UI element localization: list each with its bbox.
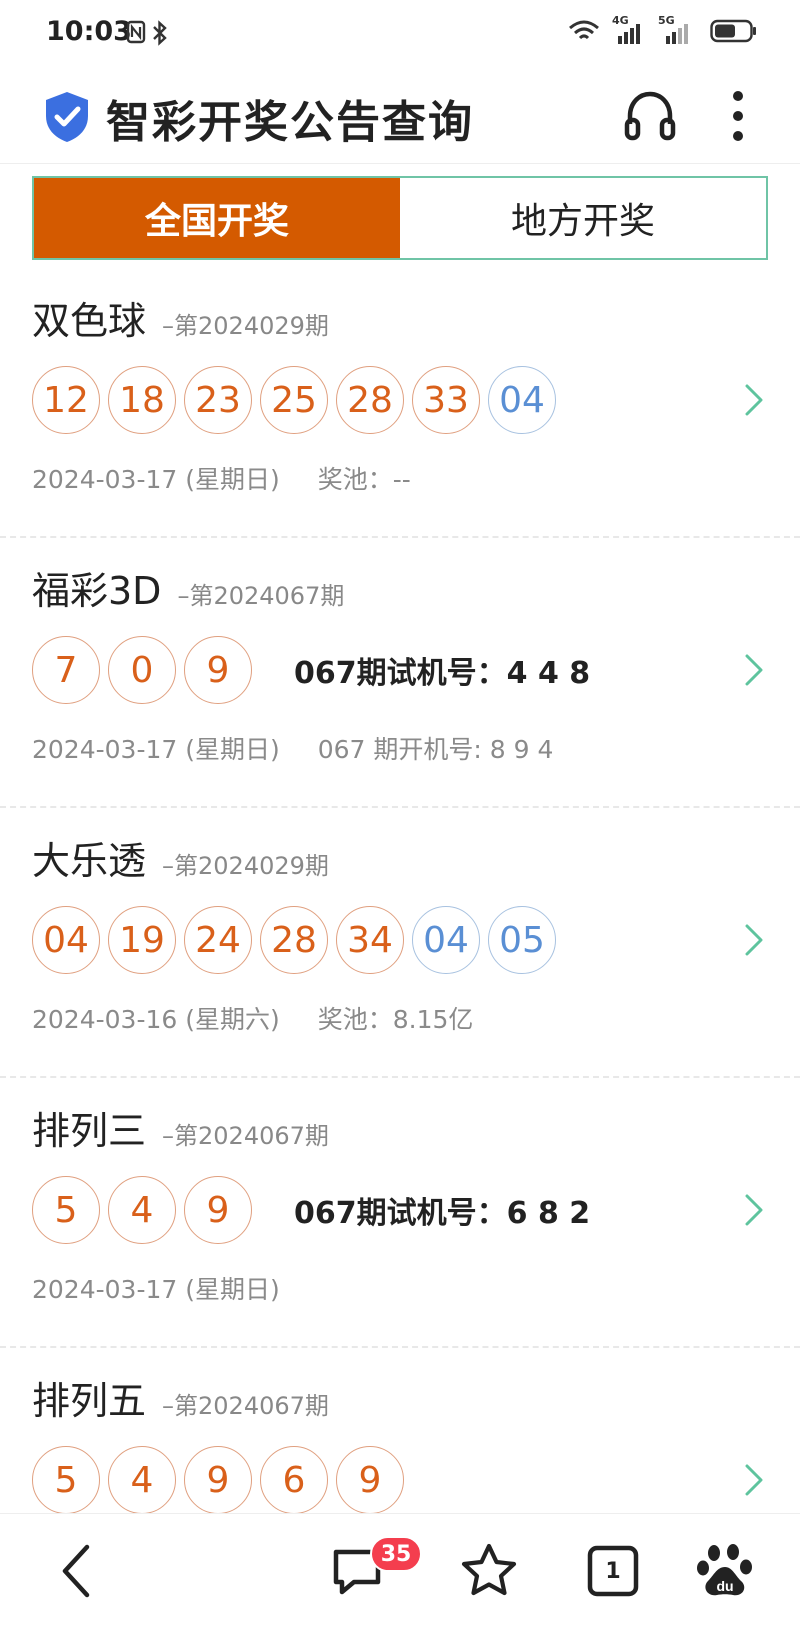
number-balls: 12 18 23 25 28 33 04 xyxy=(32,366,556,434)
red-ball: 33 xyxy=(412,366,480,434)
number-balls: 7 0 9 067期试机号：4 4 8 xyxy=(32,636,590,704)
red-ball: 4 xyxy=(108,1176,176,1244)
red-ball: 9 xyxy=(184,1176,252,1244)
chevron-right-icon[interactable] xyxy=(742,652,766,688)
draw-date: 2024-03-17 (星期日) xyxy=(32,465,280,494)
lottery-item[interactable]: 排列三 –第2024067期 5 4 9 067期试机号：6 8 2 2024-03-17 … xyxy=(0,1078,800,1348)
red-ball: 5 xyxy=(32,1176,100,1244)
blue-ball: 04 xyxy=(412,906,480,974)
lottery-name: 大乐透 xyxy=(32,839,147,883)
svg-text:du: du xyxy=(716,1578,733,1594)
number-balls: 04 19 24 28 34 04 05 xyxy=(32,906,556,974)
lottery-item[interactable]: 大乐透 –第2024029期 04 19 24 28 34 04 05 2024-03-16 (星… xyxy=(0,808,800,1078)
red-ball: 19 xyxy=(108,906,176,974)
red-ball: 7 xyxy=(32,636,100,704)
lottery-name: 福彩3D xyxy=(32,569,162,613)
lottery-list: 双色球 –第2024029期 12 18 23 25 28 33 04 2024-03-17 (星… xyxy=(0,268,800,1618)
draw-meta: 2024-03-17 (星期日) xyxy=(32,1270,280,1306)
lottery-issue: –第2024029期 xyxy=(162,312,329,340)
draw-extra: 奖池：8.15亿 xyxy=(317,1005,474,1034)
red-ball: 6 xyxy=(260,1446,328,1514)
lottery-name: 排列五 xyxy=(32,1379,147,1423)
red-ball: 9 xyxy=(184,1446,252,1514)
chevron-right-icon[interactable] xyxy=(742,1462,766,1498)
draw-scope-tabs: 全国开奖 地方开奖 xyxy=(32,176,768,260)
draw-extra: 067 期开机号: 8 9 4 xyxy=(317,735,554,764)
red-ball: 28 xyxy=(336,366,404,434)
tabs-button[interactable]: 1 xyxy=(578,1536,648,1606)
red-ball: 4 xyxy=(108,1446,176,1514)
draw-meta: 2024-03-17 (星期日) 067 期开机号: 8 9 4 xyxy=(32,730,553,766)
draw-date: 2024-03-17 (星期日) xyxy=(32,735,280,764)
red-ball: 0 xyxy=(108,636,176,704)
red-ball: 12 xyxy=(32,366,100,434)
tab-count: 1 xyxy=(605,1558,621,1584)
lottery-issue: –第2024029期 xyxy=(162,852,329,880)
red-ball: 9 xyxy=(336,1446,404,1514)
more-vertical-icon[interactable] xyxy=(722,86,754,146)
red-ball: 28 xyxy=(260,906,328,974)
signal-5g-icon: 5G xyxy=(658,14,698,44)
draw-date: 2024-03-17 (星期日) xyxy=(32,1275,280,1304)
red-ball: 5 xyxy=(32,1446,100,1514)
lottery-name: 双色球 xyxy=(32,299,147,343)
draw-extra: 奖池：-- xyxy=(317,465,411,494)
wifi-icon xyxy=(569,20,599,40)
number-balls: 54969 xyxy=(32,1446,404,1514)
baidu-paw-icon: du xyxy=(697,1544,752,1596)
red-ball: 04 xyxy=(32,906,100,974)
lottery-issue: –第2024067期 xyxy=(162,1392,329,1420)
lottery-item[interactable]: 双色球 –第2024029期 12 18 23 25 28 33 04 2024-03-17 (星… xyxy=(0,268,800,538)
battery-icon xyxy=(710,19,756,43)
nfc-icon xyxy=(126,20,146,44)
lottery-issue: –第2024067期 xyxy=(177,582,345,610)
blue-ball: 04 xyxy=(488,366,556,434)
red-ball: 34 xyxy=(336,906,404,974)
tab-national[interactable]: 全国开奖 xyxy=(34,178,400,258)
chevron-right-icon[interactable] xyxy=(742,1192,766,1228)
lottery-issue: –第2024067期 xyxy=(162,1122,329,1150)
favorites-button[interactable] xyxy=(454,1536,524,1606)
red-ball: 24 xyxy=(184,906,252,974)
lottery-name: 排列三 xyxy=(32,1109,147,1153)
blue-ball: 05 xyxy=(488,906,556,974)
red-ball: 25 xyxy=(260,366,328,434)
back-button[interactable] xyxy=(40,1536,110,1606)
bottom-nav: 35 1 du xyxy=(0,1513,800,1633)
headset-icon[interactable] xyxy=(622,88,678,144)
red-ball: 9 xyxy=(184,636,252,704)
chevron-right-icon[interactable] xyxy=(742,922,766,958)
draw-meta: 2024-03-16 (星期六) 奖池：8.15亿 xyxy=(32,1000,473,1036)
chevron-right-icon[interactable] xyxy=(742,382,766,418)
draw-meta: 2024-03-17 (星期日) 奖池：-- xyxy=(32,460,411,496)
tab-local[interactable]: 地方开奖 xyxy=(400,178,766,258)
shield-check-icon xyxy=(46,92,88,142)
app-bar: 智彩开奖公告查询 xyxy=(0,68,800,164)
red-ball: 23 xyxy=(184,366,252,434)
back-arrow-icon xyxy=(62,1544,90,1598)
messages-badge: 35 xyxy=(370,1536,422,1572)
red-ball: 18 xyxy=(108,366,176,434)
trial-number: 067期试机号：4 4 8 xyxy=(294,656,591,691)
status-time: 10:03 xyxy=(46,16,132,47)
trial-number: 067期试机号：6 8 2 xyxy=(294,1196,591,1231)
number-balls: 5 4 9 067期试机号：6 8 2 xyxy=(32,1176,590,1244)
bluetooth-icon xyxy=(153,20,167,46)
star-icon xyxy=(461,1543,517,1596)
status-bar: 10:03 4G 5G xyxy=(0,0,800,68)
page-title: 智彩开奖公告查询 xyxy=(106,97,474,148)
lottery-item[interactable]: 福彩3D –第2024067期 7 0 9 067期试机号：4 4 8 2024-03-17… xyxy=(0,538,800,808)
signal-4g-icon: 4G xyxy=(612,14,646,44)
draw-date: 2024-03-16 (星期六) xyxy=(32,1005,280,1034)
baidu-button[interactable]: du xyxy=(690,1536,760,1606)
